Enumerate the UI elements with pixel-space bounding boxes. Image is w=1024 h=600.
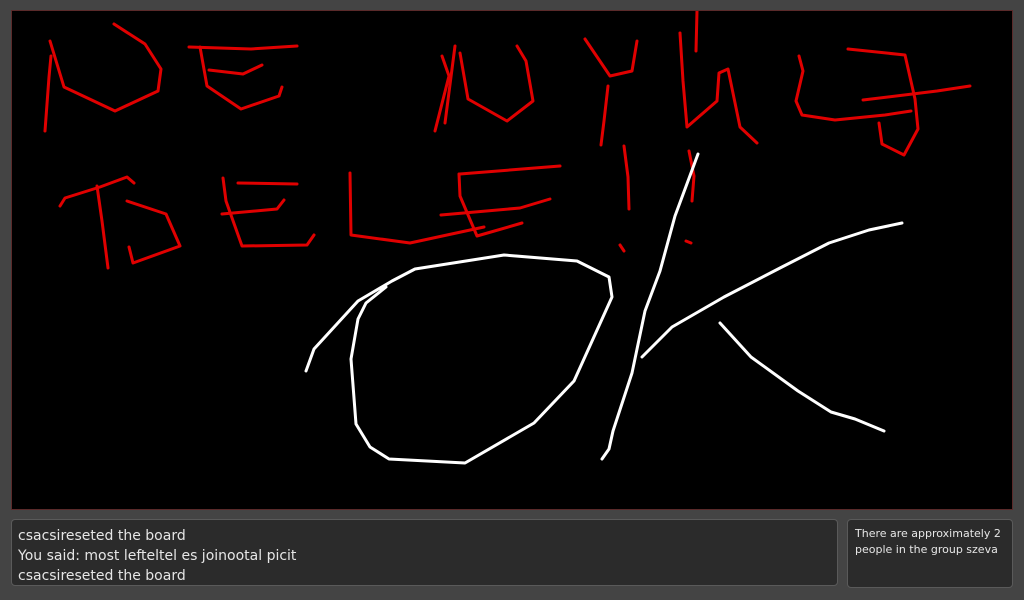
red-stroke [861, 84, 972, 102]
red-stroke [198, 45, 284, 111]
white-stroke [600, 152, 700, 461]
red-stroke [43, 54, 53, 133]
red-stroke [678, 31, 759, 145]
red-stroke [236, 181, 299, 186]
red-stroke [457, 172, 524, 238]
red-handwriting [43, 11, 972, 270]
red-stroke [458, 44, 535, 123]
red-stroke [694, 11, 699, 53]
drawing-board[interactable] [11, 10, 1013, 510]
red-stroke [48, 22, 163, 113]
red-stroke [599, 84, 610, 147]
red-stroke [207, 63, 264, 76]
chat-message: You said: most lefteltel es joinootal pi… [18, 548, 297, 564]
red-stroke [220, 198, 286, 216]
red-stroke [622, 144, 631, 211]
group-count-text: There are approximately 2 people in the … [855, 527, 1001, 556]
red-stroke [458, 164, 562, 176]
group-info-panel: There are approximately 2 people in the … [847, 519, 1013, 588]
chat-message: csacsireseted the board [18, 528, 186, 544]
red-stroke [618, 243, 626, 253]
chat-message: csacsireseted the board [18, 568, 186, 584]
red-stroke [95, 184, 110, 270]
white-stroke [718, 321, 886, 433]
red-stroke [439, 197, 552, 217]
white-handwriting [304, 152, 904, 465]
chat-log[interactable]: csacsireseted the board You said: most l… [11, 519, 838, 586]
white-stroke [304, 253, 614, 465]
red-stroke [125, 199, 182, 265]
red-stroke [583, 37, 639, 78]
red-stroke [794, 54, 913, 122]
red-stroke [684, 239, 693, 245]
drawing-canvas[interactable] [12, 11, 1012, 509]
white-stroke [640, 221, 904, 359]
red-stroke [187, 44, 299, 51]
red-stroke [846, 47, 920, 157]
